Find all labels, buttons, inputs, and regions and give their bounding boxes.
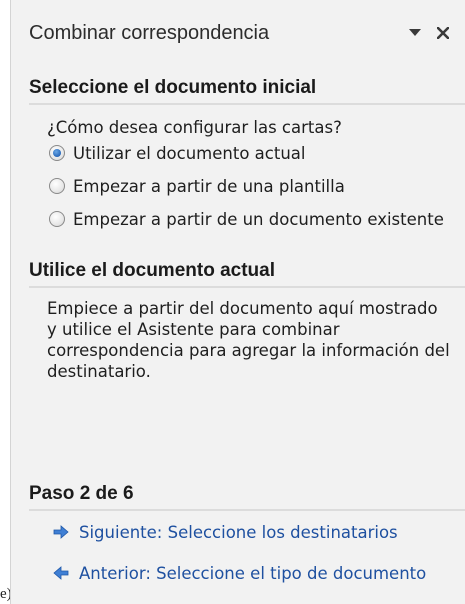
radio-option-existing-document[interactable]: Empezar a partir de un documento existen…: [49, 207, 444, 231]
radio-option-template[interactable]: Empezar a partir de una plantilla: [49, 174, 345, 198]
section-description: Empiece a partir del documento aquí most…: [47, 299, 450, 381]
section-heading-start-document: Seleccione el documento inicial: [29, 77, 465, 105]
arrow-left-icon: [53, 566, 69, 580]
pane-titlebar: Combinar correspondencia: [11, 14, 465, 52]
next-step-label: Siguiente: Seleccione los destinatarios: [79, 522, 398, 542]
radio-label: Utilizar el documento actual: [73, 143, 306, 163]
radio-button[interactable]: [49, 211, 65, 227]
configure-question: ¿Cómo desea configurar las cartas?: [47, 118, 342, 137]
arrow-right-icon: [53, 525, 69, 539]
radio-button[interactable]: [49, 178, 65, 194]
triangle-down-icon[interactable]: [404, 22, 426, 44]
radio-label: Empezar a partir de un documento existen…: [73, 209, 444, 229]
section-heading-use-current: Utilice el documento actual: [29, 260, 465, 288]
radio-label: Empezar a partir de una plantilla: [73, 176, 345, 196]
previous-step-link[interactable]: Anterior: Seleccione el tipo de document…: [53, 560, 426, 586]
radio-option-current-document[interactable]: Utilizar el documento actual: [49, 141, 305, 165]
mail-merge-task-pane: Combinar correspondencia Seleccione el d…: [10, 0, 465, 604]
previous-step-label: Anterior: Seleccione el tipo de document…: [79, 563, 427, 583]
radio-button-selected[interactable]: [49, 145, 65, 161]
close-icon[interactable]: [432, 22, 454, 44]
wizard-step-indicator: Paso 2 de 6: [29, 483, 465, 511]
pane-title: Combinar correspondencia: [29, 21, 270, 44]
next-step-link[interactable]: Siguiente: Seleccione los destinatarios: [53, 519, 398, 545]
